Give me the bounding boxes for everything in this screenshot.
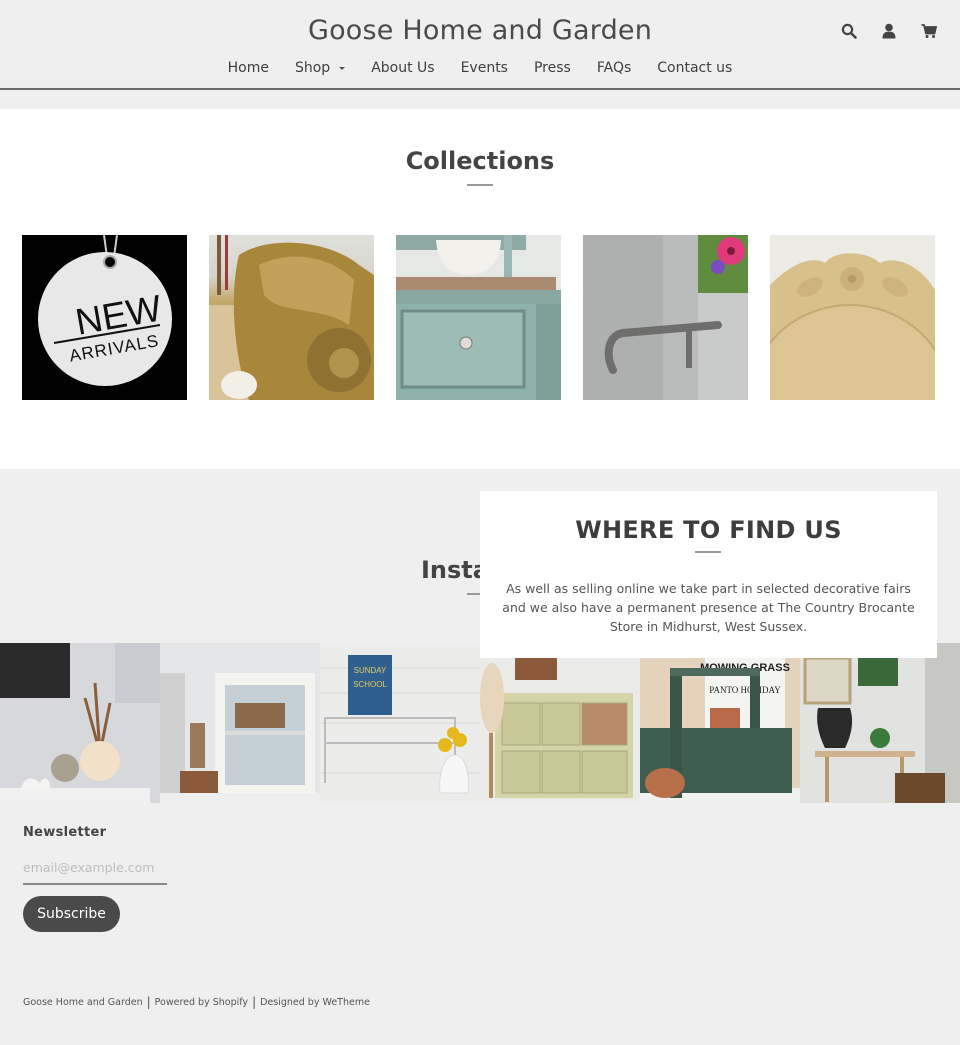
site-header: Goose Home and Garden Home Shop About Us… xyxy=(0,0,960,90)
chippy-cupboard-image xyxy=(480,643,640,803)
nav-label: FAQs xyxy=(596,60,632,76)
collection-carved-bread-board[interactable] xyxy=(770,235,935,400)
instagram-post[interactable] xyxy=(480,643,640,803)
search-icon[interactable] xyxy=(840,22,858,40)
nav-label: Shop xyxy=(294,60,331,76)
newsletter-email-input[interactable] xyxy=(23,852,167,885)
collection-new-arrivals[interactable]: NEW ARRIVALS xyxy=(22,235,187,400)
footer-credits: Goose Home and Garden | Powered by Shopi… xyxy=(23,995,370,1009)
nav-label: Events xyxy=(460,60,508,76)
title-divider xyxy=(695,551,721,553)
nav-label: Contact us xyxy=(657,60,733,76)
collection-gilded-carving[interactable] xyxy=(209,235,374,400)
instagram-post[interactable] xyxy=(160,643,320,803)
new-arrivals-tag-image: NEW ARRIVALS xyxy=(38,235,172,386)
sign-text: SUNDAY xyxy=(354,666,387,675)
mannequin-table-image xyxy=(800,643,960,803)
collections-title: Collections xyxy=(405,147,555,175)
nav-press[interactable]: Press xyxy=(521,60,584,76)
where-to-find-us-title: WHERE TO FIND US xyxy=(575,516,842,544)
cart-icon[interactable] xyxy=(920,22,938,40)
instagram-post[interactable]: SUNDAY SCHOOL xyxy=(320,643,480,803)
collections-grid: NEW ARRIVALS xyxy=(22,235,935,400)
header-icons xyxy=(840,22,938,40)
footer-separator: | xyxy=(146,995,151,1009)
nav-label: Press xyxy=(533,60,571,76)
nav-home[interactable]: Home xyxy=(215,60,282,76)
white-cabinet-image xyxy=(160,643,320,803)
where-to-find-us-card: WHERE TO FIND US As well as selling onli… xyxy=(480,491,937,658)
dried-flowers-shelf-image xyxy=(0,643,160,803)
painted-drawer-image xyxy=(396,235,561,400)
account-icon[interactable] xyxy=(880,22,898,40)
green-trug-image: MOWING GRASS PANTO HOLIDAY xyxy=(640,643,800,803)
footer-separator: | xyxy=(252,995,257,1009)
collections-section: Collections NEW ARRIVALS xyxy=(0,109,960,469)
site-title[interactable]: Goose Home and Garden xyxy=(0,15,960,46)
footer-shopify-link[interactable]: Powered by Shopify xyxy=(155,997,248,1008)
subscribe-button[interactable]: Subscribe xyxy=(23,896,120,932)
instagram-post[interactable] xyxy=(800,643,960,803)
collection-galvanised-bucket[interactable] xyxy=(583,235,748,400)
where-to-find-us-text: As well as selling online we take part i… xyxy=(502,581,915,634)
footer-wetheme-link[interactable]: Designed by WeTheme xyxy=(260,997,370,1008)
main-nav: Home Shop About Us Events Press FAQs Con… xyxy=(0,60,960,76)
title-divider xyxy=(467,184,493,186)
instagram-post[interactable]: MOWING GRASS PANTO HOLIDAY xyxy=(640,643,800,803)
galvanised-bucket-image xyxy=(583,235,748,400)
nav-faqs[interactable]: FAQs xyxy=(584,60,644,76)
nav-shop[interactable]: Shop xyxy=(282,60,358,76)
nav-contact-us[interactable]: Contact us xyxy=(644,60,745,76)
carved-bread-board-image xyxy=(770,235,935,400)
newsletter-label: Newsletter xyxy=(23,825,107,840)
footer-store-link[interactable]: Goose Home and Garden xyxy=(23,997,143,1008)
sunday-school-sign-image: SUNDAY SCHOOL xyxy=(320,643,480,803)
instagram-feed: SUNDAY SCHOOL MOWING GRASS xyxy=(0,643,960,803)
nav-about-us[interactable]: About Us xyxy=(358,60,447,76)
collection-painted-drawer[interactable] xyxy=(396,235,561,400)
nav-label: About Us xyxy=(371,60,435,76)
sign-text: SCHOOL xyxy=(353,680,387,689)
nav-events[interactable]: Events xyxy=(448,60,521,76)
poster-text: PANTO HOLIDAY xyxy=(709,685,781,695)
nav-label: Home xyxy=(227,60,269,76)
caret-down-icon xyxy=(339,66,346,70)
gilded-carving-image xyxy=(209,235,374,400)
instagram-post[interactable] xyxy=(0,643,160,803)
